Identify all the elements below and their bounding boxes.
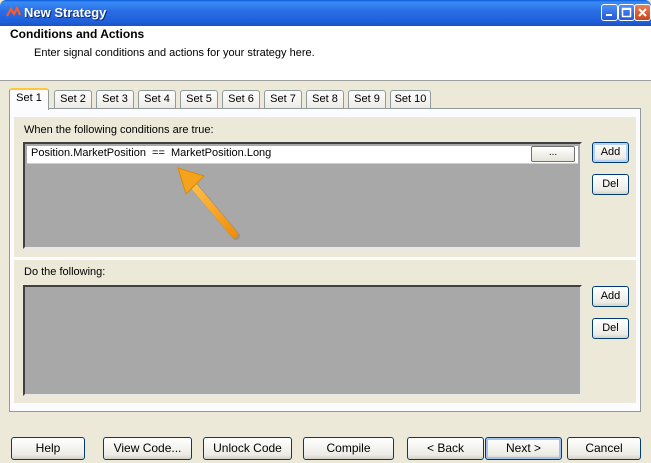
tab-set-3[interactable]: Set 3 <box>96 90 134 108</box>
actions-label: Do the following: <box>24 266 106 278</box>
condition-row[interactable]: Position.MarketPosition == MarketPositio… <box>27 146 578 164</box>
add-condition-button[interactable]: Add <box>592 142 629 163</box>
del-condition-button[interactable]: Del <box>592 174 629 195</box>
orange-arrow-icon <box>177 167 240 240</box>
page-title: Conditions and Actions <box>10 27 145 41</box>
view-code-button[interactable]: View Code... <box>103 437 192 460</box>
edit-condition-button[interactable]: ... <box>531 146 575 162</box>
conditions-label: When the following conditions are true: <box>24 124 214 136</box>
window-title: New Strategy <box>24 5 107 20</box>
tab-set-10[interactable]: Set 10 <box>390 90 431 108</box>
close-icon <box>638 8 647 17</box>
new-strategy-window: New Strategy Conditions and Actions Ente… <box>0 0 651 463</box>
condition-text: Position.MarketPosition == MarketPositio… <box>31 147 272 159</box>
tab-set-7[interactable]: Set 7 <box>264 90 302 108</box>
actions-group: Do the following: Add Del <box>14 260 636 403</box>
tab-set-2[interactable]: Set 2 <box>54 90 92 108</box>
tab-page-set-1: When the following conditions are true: … <box>9 108 641 412</box>
wizard-header: Conditions and Actions Enter signal cond… <box>0 26 651 81</box>
tab-set-9[interactable]: Set 9 <box>348 90 386 108</box>
page-subtitle: Enter signal conditions and actions for … <box>34 47 315 59</box>
del-action-button[interactable]: Del <box>592 318 629 339</box>
title-bar[interactable]: New Strategy <box>0 0 651 26</box>
tab-set-4[interactable]: Set 4 <box>138 90 176 108</box>
compile-button[interactable]: Compile <box>303 437 394 460</box>
help-button[interactable]: Help <box>11 437 85 460</box>
tab-set-6[interactable]: Set 6 <box>222 90 260 108</box>
back-button[interactable]: < Back <box>407 437 484 460</box>
unlock-code-button[interactable]: Unlock Code <box>203 437 292 460</box>
tab-set-5[interactable]: Set 5 <box>180 90 218 108</box>
tab-set-1[interactable]: Set 1 <box>9 88 49 110</box>
tab-set-8[interactable]: Set 8 <box>306 90 344 108</box>
maximize-icon <box>621 7 632 18</box>
maximize-button[interactable] <box>618 4 635 21</box>
add-action-button[interactable]: Add <box>592 286 629 307</box>
app-logo-icon <box>6 6 21 17</box>
minimize-button[interactable] <box>601 4 618 21</box>
actions-list[interactable] <box>23 285 582 396</box>
conditions-group: When the following conditions are true: … <box>14 117 636 257</box>
cancel-button[interactable]: Cancel <box>567 437 641 460</box>
next-button[interactable]: Next > <box>485 437 562 460</box>
close-button[interactable] <box>634 4 651 21</box>
minimize-icon <box>606 14 612 16</box>
conditions-list[interactable]: Position.MarketPosition == MarketPositio… <box>23 142 582 249</box>
